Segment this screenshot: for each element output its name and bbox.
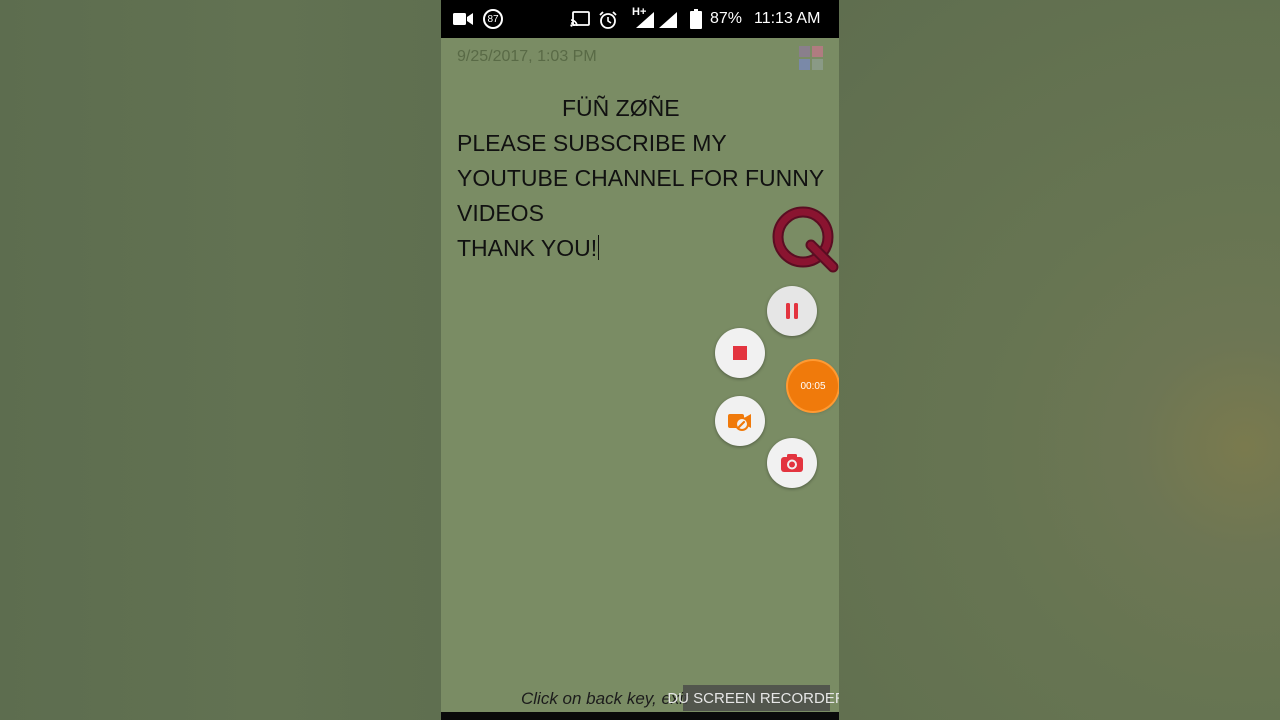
status-bar: 87 H+ 87% 11:13 AM: [441, 0, 839, 38]
recorder-watermark: DU SCREEN RECORDER: [667, 685, 839, 711]
note-line-title: FÜÑ ZØÑE: [562, 95, 680, 121]
notification-count: 87: [487, 13, 499, 25]
stop-icon: [733, 346, 747, 360]
text-cursor: [598, 235, 600, 260]
pause-icon: [786, 303, 798, 319]
timer-label: 00:05: [800, 380, 826, 392]
phone-screen: 87 H+ 87% 11:13 AM 9/25/2017, 1:03 PM FÜ…: [441, 0, 839, 720]
signal-icon: [636, 12, 654, 28]
battery-percent: 87%: [710, 10, 743, 27]
stop-button[interactable]: [715, 328, 765, 378]
recorder-logo-icon[interactable]: [771, 205, 839, 273]
battery-icon: [690, 9, 702, 29]
note-line-text: THANK YOU!: [457, 235, 598, 261]
left-background: [0, 0, 441, 720]
status-time: 11:13 AM: [754, 10, 821, 27]
note-line: PLEASE SUBSCRIBE MY: [457, 130, 727, 156]
recording-timer[interactable]: 00:05: [788, 361, 838, 411]
tools-button[interactable]: [715, 396, 765, 446]
note-date: 9/25/2017, 1:03 PM: [457, 48, 597, 65]
video-camera-icon: [453, 13, 473, 25]
navigation-bar: [441, 712, 839, 720]
tools-icon: [728, 414, 751, 431]
note-line: YOUTUBE CHANNEL FOR FUNNY: [457, 165, 825, 191]
cast-icon: [570, 11, 590, 27]
right-background: [839, 0, 1280, 720]
exit-hint: Click on back key, exit: [521, 689, 688, 708]
alarm-icon: [599, 11, 617, 29]
color-palette-icon[interactable]: [799, 46, 823, 70]
screenshot-camera-icon: [781, 454, 803, 472]
pause-button[interactable]: [767, 286, 817, 336]
signal-icon-2: [659, 12, 677, 28]
screenshot-button[interactable]: [767, 438, 817, 488]
notification-badge-icon: 87: [483, 9, 503, 29]
